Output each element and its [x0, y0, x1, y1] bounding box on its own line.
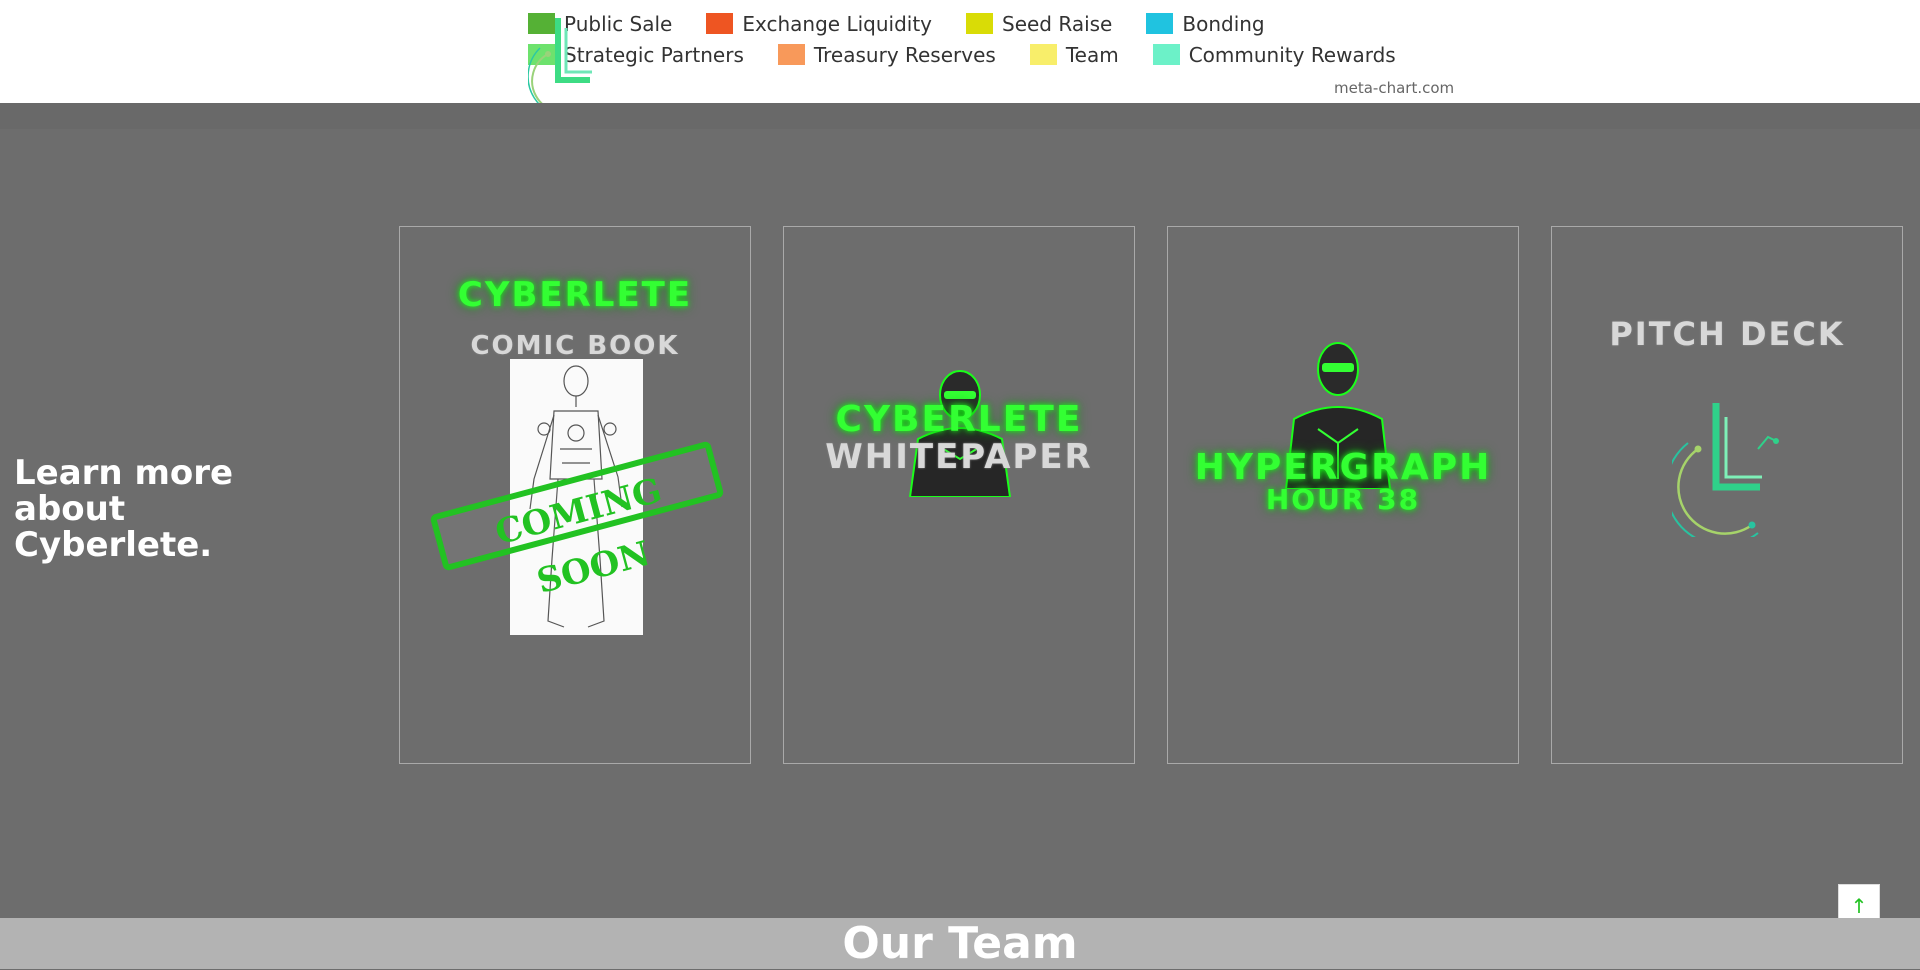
card-title: CYBERLETE [835, 399, 1083, 440]
cyberlete-logo-icon [1672, 403, 1779, 537]
card-title: CYBERLETE [457, 275, 693, 315]
chart-legend: Public Sale Exchange Liquidity Seed Rais… [528, 8, 1468, 70]
card-subtitle: HOUR 38 [1265, 483, 1421, 516]
legend-label: Community Rewards [1188, 42, 1396, 67]
legend-swatch [706, 13, 734, 34]
legend-swatch [966, 13, 993, 34]
legend-label: Exchange Liquidity [742, 11, 932, 36]
cyberlete-logo-icon [528, 18, 592, 112]
legend-swatch [1152, 44, 1180, 65]
legend-label: Team [1065, 42, 1119, 67]
card-title: PITCH DECK [1609, 315, 1845, 353]
card-subtitle: WHITEPAPER [825, 437, 1093, 477]
legend-item-exchange-liquidity: Exchange Liquidity [706, 12, 932, 36]
comic-book-card[interactable]: CYBERLETE COMIC BOOK COMING SOON [399, 226, 751, 764]
legend-row-2: Strategic Partners Treasury Reserves Tea… [528, 39, 1468, 70]
legend-item-community-rewards: Community Rewards [1152, 42, 1396, 67]
legend-row-1: Public Sale Exchange Liquidity Seed Rais… [528, 8, 1468, 39]
team-heading: Our Team [842, 918, 1078, 969]
team-section-header: Our Team [0, 918, 1920, 969]
legend-label: Treasury Reserves [813, 42, 996, 67]
whitepaper-card[interactable]: CYBERLETE WHITEPAPER [783, 226, 1135, 764]
chart-legend-strip: Public Sale Exchange Liquidity Seed Rais… [0, 0, 1920, 112]
legend-item-seed-raise: Seed Raise [966, 12, 1112, 36]
learn-more-heading: Learn more about Cyberlete. [14, 453, 234, 565]
legend-item-treasury-reserves: Treasury Reserves [777, 42, 996, 67]
legend-label: Bonding [1182, 11, 1265, 36]
arrow-up-icon: ↑ [1850, 893, 1868, 918]
chart-credit-link[interactable]: meta-chart.com [1334, 79, 1454, 97]
section-divider [0, 103, 1920, 129]
pitch-deck-card[interactable]: PITCH DECK [1551, 226, 1903, 764]
legend-swatch [1146, 13, 1174, 34]
legend-swatch [1029, 44, 1057, 65]
legend-swatch [777, 44, 805, 65]
card-subtitle: COMIC BOOK [470, 331, 680, 361]
hypergraph-card[interactable]: HYPERGRAPH HOUR 38 [1167, 226, 1519, 764]
legend-item-team: Team [1029, 42, 1119, 67]
card-title: HYPERGRAPH [1194, 447, 1492, 488]
legend-label: Seed Raise [1002, 11, 1113, 36]
legend-item-bonding: Bonding [1146, 11, 1265, 36]
